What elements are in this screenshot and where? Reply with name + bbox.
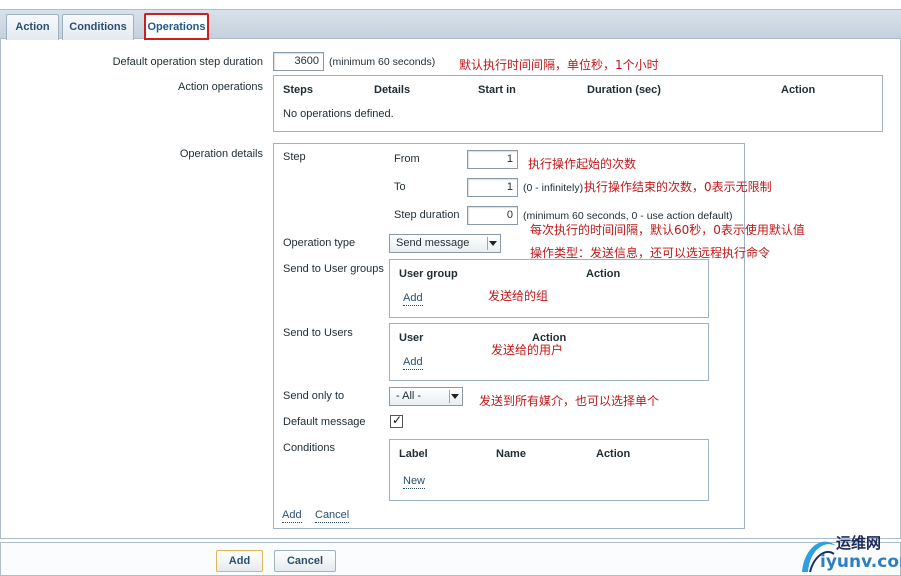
- col-start-in: Start in: [478, 84, 516, 96]
- default-message-checkbox[interactable]: ✓: [390, 413, 403, 428]
- default-duration-input[interactable]: 3600: [273, 52, 324, 71]
- col-name: Name: [496, 448, 526, 460]
- col-user-group-action: Action: [586, 268, 621, 280]
- step-duration-input[interactable]: 0: [467, 206, 518, 225]
- send-only-to-note: 发送到所有媒介，也可以选择单个: [479, 394, 660, 408]
- users-note: 发送给的用户: [491, 343, 564, 357]
- default-duration-label: Default operation step duration: [112, 56, 263, 68]
- tab-bar: Action Conditions Operations: [0, 9, 901, 40]
- col-steps: Steps: [283, 84, 313, 96]
- step-to-hint: (0 - infinitely): [523, 182, 584, 194]
- step-to-label: To: [394, 181, 406, 193]
- action-operations-label: Action operations: [178, 81, 263, 93]
- step-duration-label: Step duration: [394, 209, 460, 221]
- cancel-operation-link[interactable]: Cancel: [315, 509, 350, 523]
- select-separator: [449, 390, 450, 403]
- default-duration-note: 默认执行时间间隔，单位秒，1个小时: [459, 58, 659, 72]
- conditions-label: Conditions: [283, 442, 335, 454]
- tab-operations[interactable]: Operations: [144, 13, 209, 40]
- user-groups-table: User group Action Add: [389, 259, 709, 318]
- step-label: Step: [283, 151, 306, 163]
- send-to-users-label: Send to Users: [283, 327, 353, 339]
- tab-conditions[interactable]: Conditions: [62, 14, 134, 40]
- col-condition-action: Action: [596, 448, 631, 460]
- form-footer: [0, 542, 901, 576]
- logo-chinese-text: 运维网: [836, 534, 882, 552]
- cancel-button[interactable]: Cancel: [274, 550, 336, 572]
- step-from-label: From: [394, 153, 420, 165]
- add-button[interactable]: Add: [216, 550, 263, 572]
- user-groups-note: 发送给的组: [488, 289, 549, 303]
- add-user-group-link[interactable]: Add: [403, 292, 423, 306]
- step-to-input[interactable]: 1: [467, 178, 518, 197]
- checkmark-icon: ✓: [392, 413, 403, 427]
- default-message-label: Default message: [283, 416, 366, 428]
- col-user-group: User group: [399, 268, 458, 280]
- send-only-to-label: Send only to: [283, 390, 345, 402]
- col-duration: Duration (sec): [587, 84, 661, 96]
- no-operations-text: No operations defined.: [283, 108, 394, 120]
- col-user: User: [399, 332, 424, 344]
- col-action: Action: [781, 84, 816, 96]
- logo-domain-text: iyunv.com: [820, 552, 901, 572]
- operation-details-label: Operation details: [179, 148, 263, 160]
- operation-type-select[interactable]: Send message: [389, 234, 501, 253]
- operation-type-label: Operation type: [283, 237, 356, 249]
- tab-action[interactable]: Action: [6, 14, 59, 40]
- new-condition-link[interactable]: New: [403, 475, 426, 489]
- chevron-down-icon: [489, 241, 497, 246]
- site-logo: 运维网 iyunv.com: [796, 528, 901, 576]
- add-operation-link[interactable]: Add: [282, 509, 302, 523]
- step-from-input[interactable]: 1: [467, 150, 518, 169]
- operation-type-value: Send message: [396, 237, 470, 249]
- send-only-to-value: - All -: [396, 390, 422, 402]
- col-label: Label: [399, 448, 428, 460]
- action-operations-table: Steps Details Start in Duration (sec) Ac…: [273, 75, 883, 132]
- col-details: Details: [374, 84, 411, 96]
- step-duration-note: 每次执行的时间间隔，默认60秒，0表示使用默认值: [530, 223, 805, 237]
- chevron-down-icon: [451, 394, 459, 399]
- send-only-to-select[interactable]: - All -: [389, 387, 463, 406]
- select-separator: [487, 237, 488, 250]
- step-from-note: 执行操作起始的次数: [528, 157, 637, 171]
- conditions-table: Label Name Action New: [389, 439, 709, 501]
- default-duration-hint: (minimum 60 seconds): [329, 56, 436, 68]
- add-user-link[interactable]: Add: [403, 356, 423, 370]
- send-to-user-groups-label: Send to User groups: [283, 263, 384, 275]
- step-to-note: 执行操作结束的次数，0表示无限制: [584, 180, 772, 194]
